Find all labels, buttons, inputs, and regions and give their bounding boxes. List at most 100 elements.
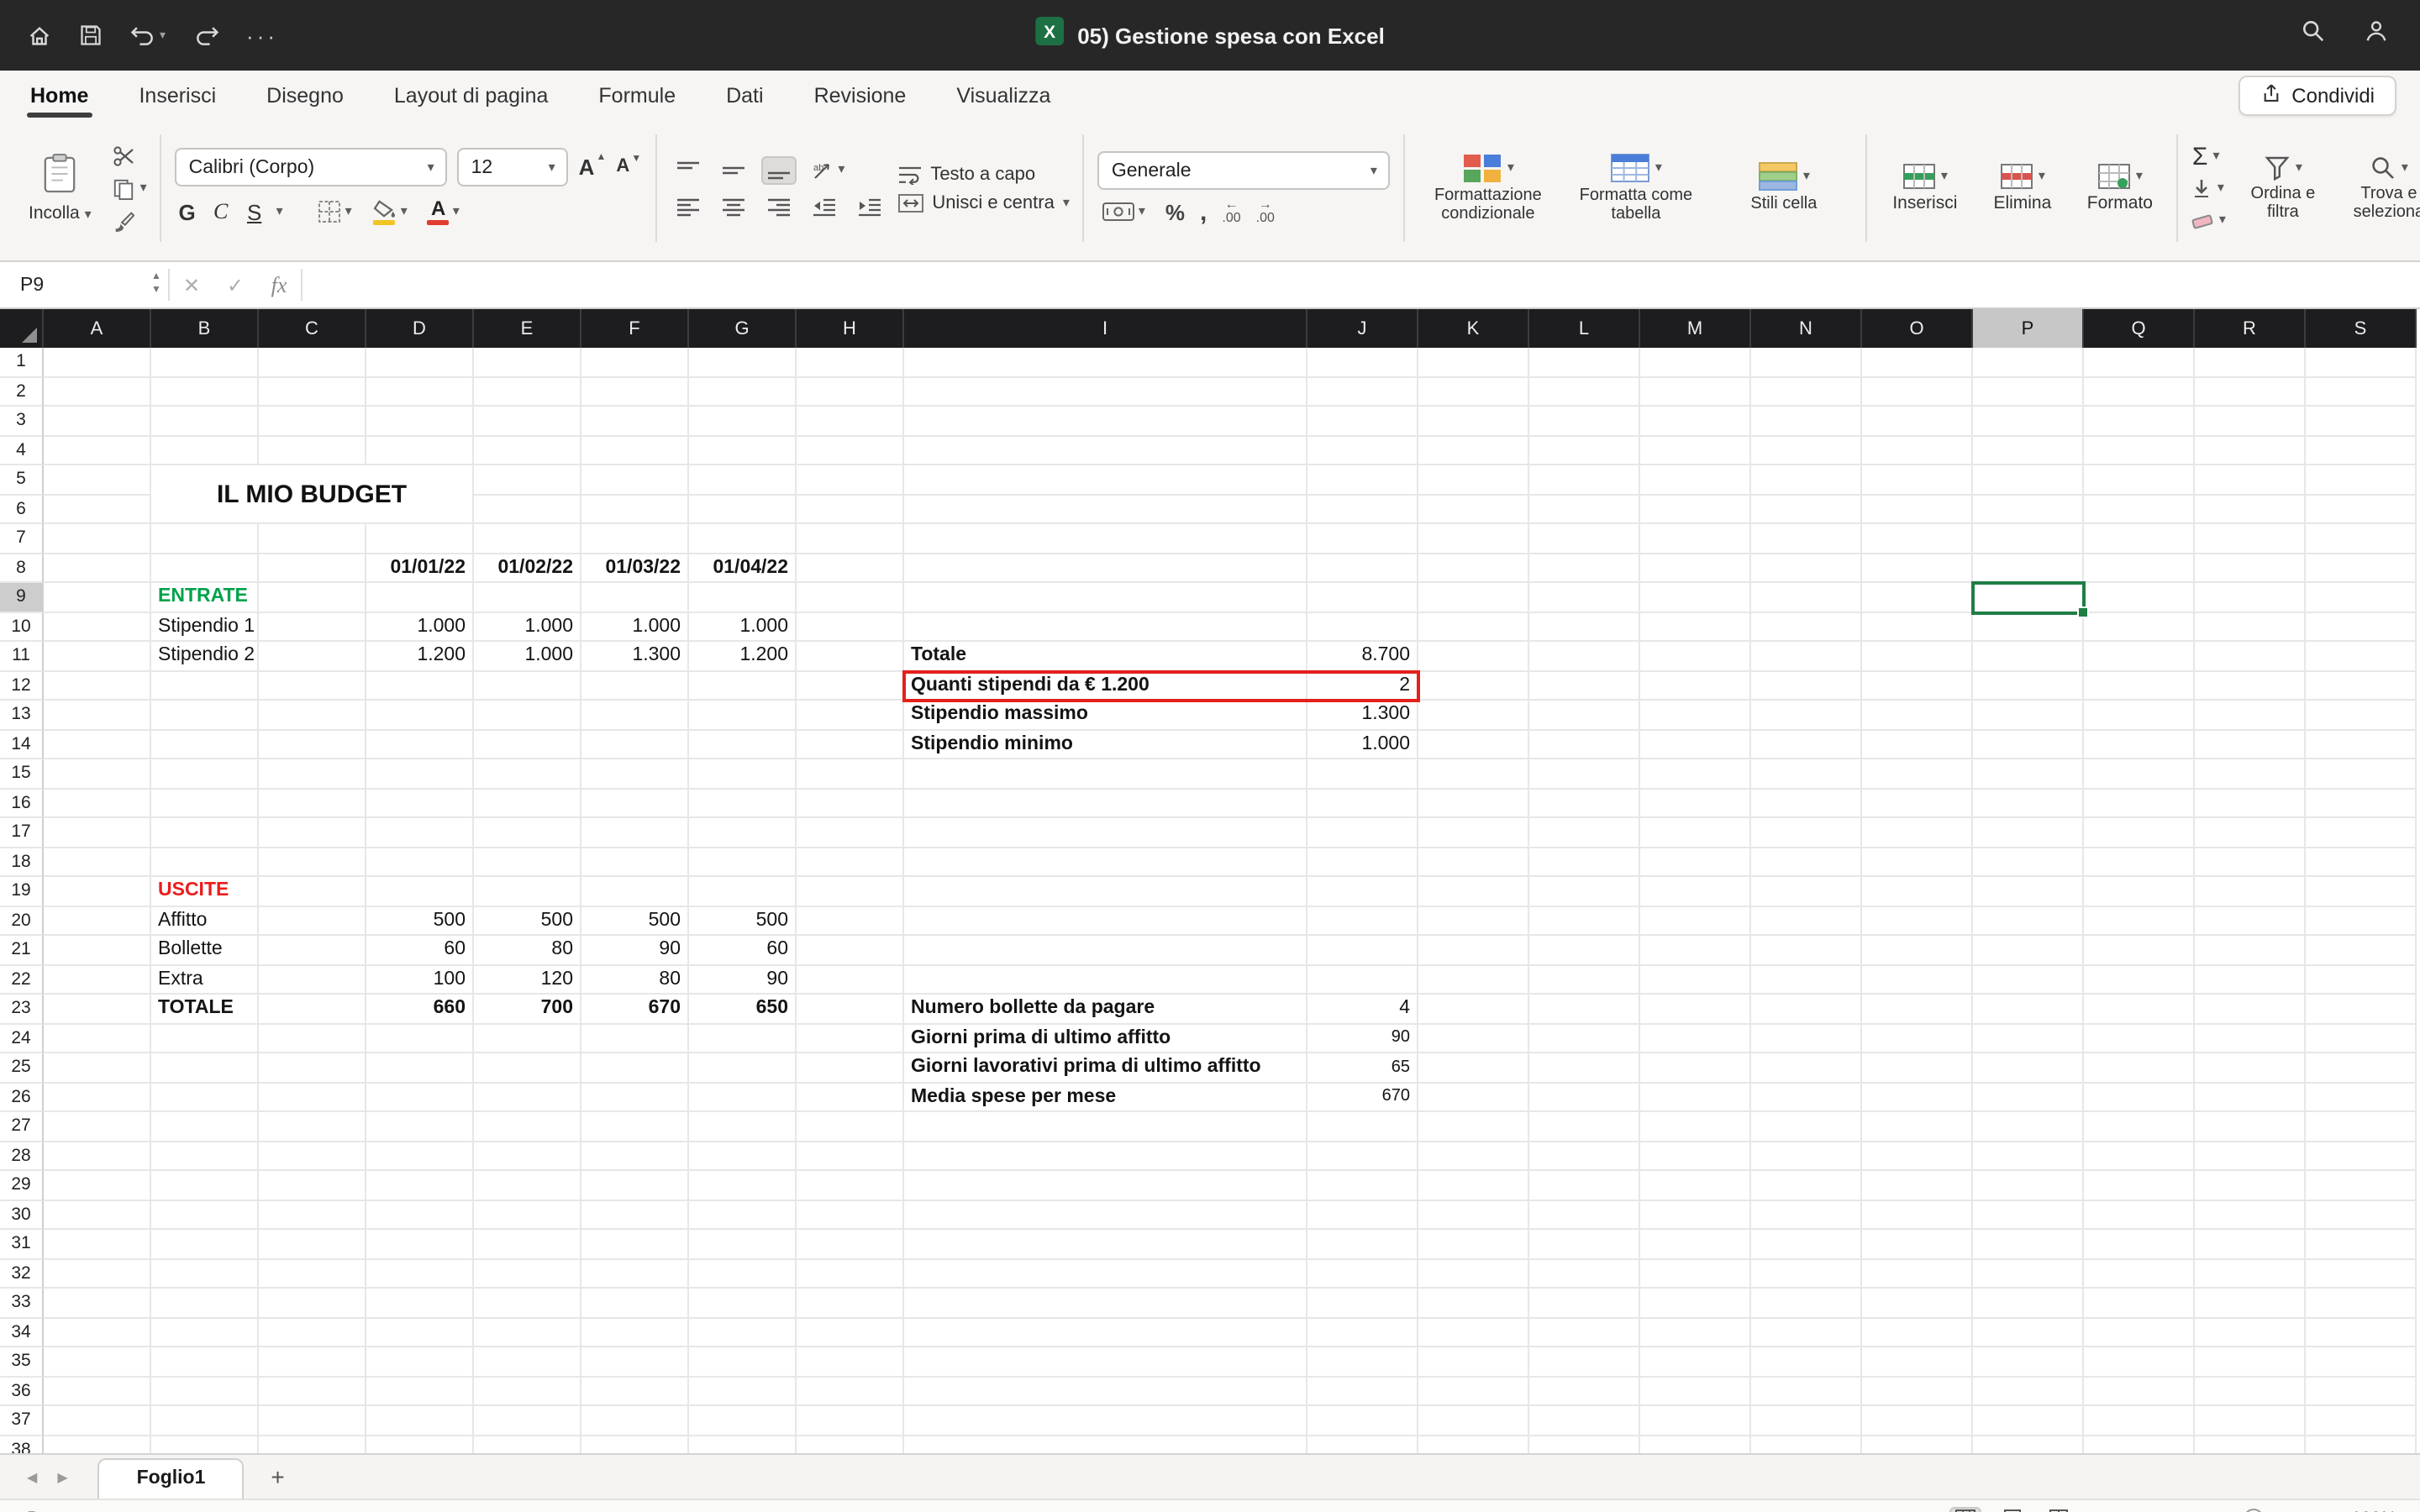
cell-C14[interactable] bbox=[259, 730, 366, 759]
cell-O12[interactable] bbox=[1862, 671, 1973, 701]
name-box-stepper[interactable]: ▲▼ bbox=[145, 262, 168, 307]
cell-H21[interactable] bbox=[797, 936, 904, 965]
cell-K26[interactable] bbox=[1418, 1083, 1529, 1112]
cell-B7[interactable] bbox=[151, 524, 259, 554]
cell-J33[interactable] bbox=[1307, 1289, 1418, 1318]
cell-I6[interactable] bbox=[904, 495, 1307, 524]
column-header-A[interactable]: A bbox=[44, 309, 151, 348]
cell-P18[interactable] bbox=[1973, 848, 2084, 877]
cell-R7[interactable] bbox=[2195, 524, 2306, 554]
cell-Q6[interactable] bbox=[2084, 495, 2195, 524]
wrap-text-button[interactable]: Testo a capo bbox=[897, 164, 1070, 184]
cell-H9[interactable] bbox=[797, 583, 904, 612]
cell-M18[interactable] bbox=[1640, 848, 1751, 877]
cell-S36[interactable] bbox=[2306, 1377, 2417, 1406]
cell-D1[interactable] bbox=[366, 348, 474, 377]
cell-F26[interactable] bbox=[581, 1083, 689, 1112]
cell-M21[interactable] bbox=[1640, 936, 1751, 965]
cell-M24[interactable] bbox=[1640, 1024, 1751, 1053]
cell-C27[interactable] bbox=[259, 1112, 366, 1142]
cell-B19[interactable]: USCITE bbox=[151, 877, 259, 906]
cell-Q35[interactable] bbox=[2084, 1347, 2195, 1377]
cell-M12[interactable] bbox=[1640, 671, 1751, 701]
cell-J21[interactable] bbox=[1307, 936, 1418, 965]
cell-J22[interactable] bbox=[1307, 965, 1418, 995]
cell-S12[interactable] bbox=[2306, 671, 2417, 701]
cell-P5[interactable] bbox=[1973, 465, 2084, 495]
cell-N33[interactable] bbox=[1751, 1289, 1862, 1318]
cell-Q27[interactable] bbox=[2084, 1112, 2195, 1142]
cell-G18[interactable] bbox=[689, 848, 797, 877]
cell-A26[interactable] bbox=[44, 1083, 151, 1112]
cell-F2[interactable] bbox=[581, 377, 689, 407]
cell-J28[interactable] bbox=[1307, 1142, 1418, 1171]
cell-R3[interactable] bbox=[2195, 407, 2306, 436]
cell-L37[interactable] bbox=[1529, 1406, 1640, 1436]
cell-B17[interactable] bbox=[151, 818, 259, 848]
cell-B15[interactable] bbox=[151, 759, 259, 789]
cell-J27[interactable] bbox=[1307, 1112, 1418, 1142]
cell-P12[interactable] bbox=[1973, 671, 2084, 701]
cell-N29[interactable] bbox=[1751, 1171, 1862, 1200]
cell-L2[interactable] bbox=[1529, 377, 1640, 407]
cell-S29[interactable] bbox=[2306, 1171, 2417, 1200]
cell-K2[interactable] bbox=[1418, 377, 1529, 407]
cell-Q23[interactable] bbox=[2084, 995, 2195, 1024]
cell-C31[interactable] bbox=[259, 1230, 366, 1259]
cell-L5[interactable] bbox=[1529, 465, 1640, 495]
cell-H26[interactable] bbox=[797, 1083, 904, 1112]
cell-F6[interactable] bbox=[581, 495, 689, 524]
cell-S19[interactable] bbox=[2306, 877, 2417, 906]
cell-G15[interactable] bbox=[689, 759, 797, 789]
cell-A35[interactable] bbox=[44, 1347, 151, 1377]
orientation-button[interactable]: ab ▾ bbox=[806, 155, 850, 184]
tab-visualizza[interactable]: Visualizza bbox=[953, 75, 1054, 115]
cell-O2[interactable] bbox=[1862, 377, 1973, 407]
cell-O16[interactable] bbox=[1862, 789, 1973, 818]
row-header-23[interactable]: 23 bbox=[0, 995, 44, 1024]
cell-H8[interactable] bbox=[797, 554, 904, 583]
cell-D24[interactable] bbox=[366, 1024, 474, 1053]
cell-N6[interactable] bbox=[1751, 495, 1862, 524]
insert-cells-button[interactable]: ▾ Inserisci bbox=[1881, 163, 1969, 213]
cell-I15[interactable] bbox=[904, 759, 1307, 789]
cell-H1[interactable] bbox=[797, 348, 904, 377]
cell-B38[interactable] bbox=[151, 1436, 259, 1453]
cell-F30[interactable] bbox=[581, 1200, 689, 1230]
format-as-table-button[interactable]: ▾ Formatta come tabella bbox=[1567, 152, 1705, 224]
cell-R19[interactable] bbox=[2195, 877, 2306, 906]
cell-H19[interactable] bbox=[797, 877, 904, 906]
cell-E9[interactable] bbox=[474, 583, 581, 612]
cell-G3[interactable] bbox=[689, 407, 797, 436]
cell-M9[interactable] bbox=[1640, 583, 1751, 612]
cell-E23[interactable]: 700 bbox=[474, 995, 581, 1024]
cell-G13[interactable] bbox=[689, 701, 797, 730]
cell-K25[interactable] bbox=[1418, 1053, 1529, 1083]
cell-R32[interactable] bbox=[2195, 1259, 2306, 1289]
cell-P15[interactable] bbox=[1973, 759, 2084, 789]
cell-A24[interactable] bbox=[44, 1024, 151, 1053]
cell-H7[interactable] bbox=[797, 524, 904, 554]
cell-C4[interactable] bbox=[259, 436, 366, 465]
cell-N22[interactable] bbox=[1751, 965, 1862, 995]
cell-F12[interactable] bbox=[581, 671, 689, 701]
cell-H4[interactable] bbox=[797, 436, 904, 465]
cell-F38[interactable] bbox=[581, 1436, 689, 1453]
cell-P8[interactable] bbox=[1973, 554, 2084, 583]
cell-S22[interactable] bbox=[2306, 965, 2417, 995]
cell-S18[interactable] bbox=[2306, 848, 2417, 877]
cell-J6[interactable] bbox=[1307, 495, 1418, 524]
cell-J16[interactable] bbox=[1307, 789, 1418, 818]
cell-G11[interactable]: 1.200 bbox=[689, 642, 797, 671]
cell-N23[interactable] bbox=[1751, 995, 1862, 1024]
cell-S31[interactable] bbox=[2306, 1230, 2417, 1259]
row-header-18[interactable]: 18 bbox=[0, 848, 44, 877]
cell-H33[interactable] bbox=[797, 1289, 904, 1318]
cell-P36[interactable] bbox=[1973, 1377, 2084, 1406]
cell-M23[interactable] bbox=[1640, 995, 1751, 1024]
cell-E12[interactable] bbox=[474, 671, 581, 701]
cell-I9[interactable] bbox=[904, 583, 1307, 612]
cell-G34[interactable] bbox=[689, 1318, 797, 1347]
cell-N30[interactable] bbox=[1751, 1200, 1862, 1230]
cell-G12[interactable] bbox=[689, 671, 797, 701]
